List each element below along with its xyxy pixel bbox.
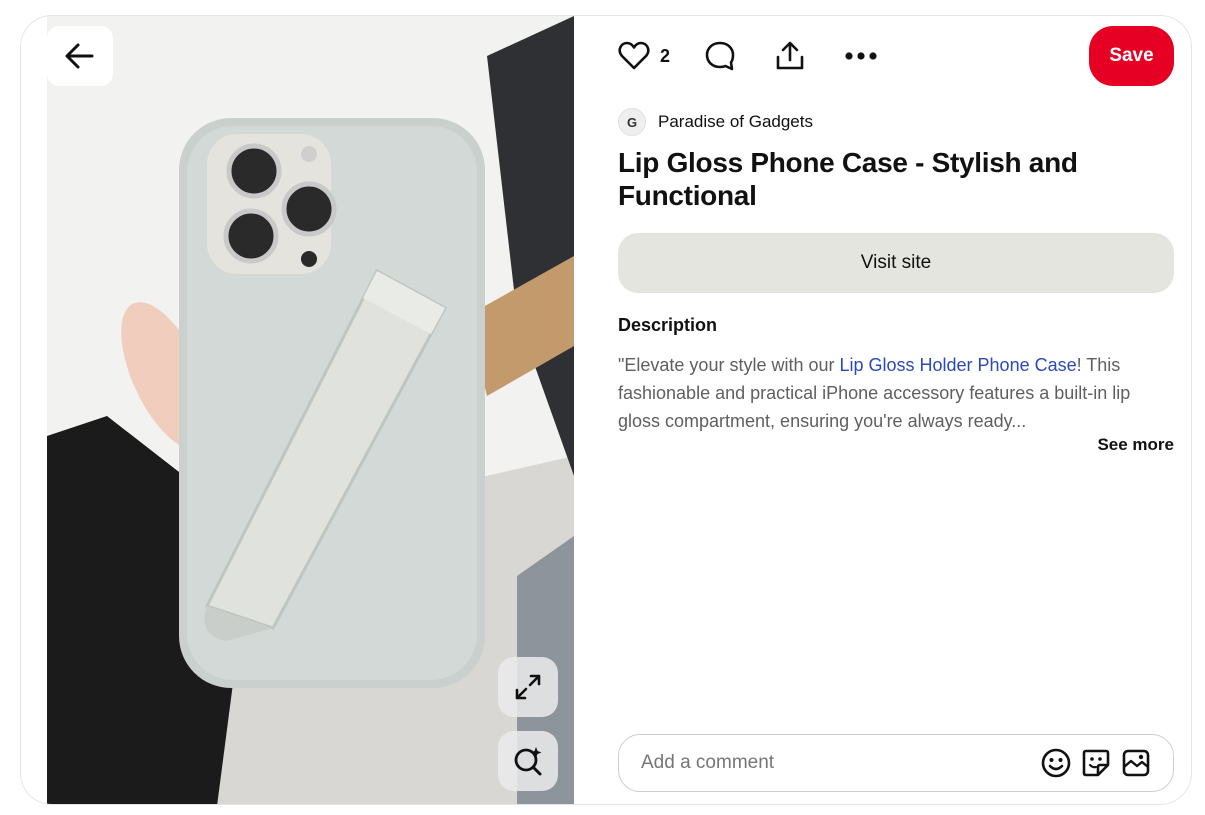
comment-input[interactable] xyxy=(639,751,1033,775)
pin-image[interactable] xyxy=(47,16,574,804)
back-button[interactable] xyxy=(47,26,113,86)
action-toolbar: 2 Save xyxy=(618,26,1174,86)
share-button[interactable] xyxy=(774,32,806,80)
like-count: 2 xyxy=(660,45,671,66)
description-text: "Elevate your style with our Lip Gloss H… xyxy=(618,351,1174,435)
visual-search-button[interactable] xyxy=(498,731,558,791)
share-upload-icon xyxy=(776,41,804,70)
author[interactable]: G Paradise of Gadgets xyxy=(618,108,813,136)
comment-button[interactable] xyxy=(704,32,736,80)
emoji-icon xyxy=(1041,748,1071,778)
sticker-button[interactable] xyxy=(1079,746,1113,780)
photo-icon xyxy=(1122,749,1150,777)
expand-button[interactable] xyxy=(498,657,558,717)
pin-details: 2 Save G Paradise of Gadgets Lip Gloss P… xyxy=(618,16,1174,804)
sticker-icon xyxy=(1082,749,1110,777)
more-options-button[interactable] xyxy=(844,32,878,80)
heart-icon xyxy=(618,41,650,70)
arrow-left-icon xyxy=(65,43,94,69)
expand-icon xyxy=(515,674,541,700)
comment-box xyxy=(618,734,1174,792)
description-link[interactable]: Lip Gloss Holder Phone Case xyxy=(839,355,1076,375)
description-prefix: "Elevate your style with our xyxy=(618,355,840,375)
ellipsis-icon xyxy=(845,52,877,60)
visual-search-icon xyxy=(514,747,542,776)
avatar[interactable]: G xyxy=(618,108,646,136)
pin-photo xyxy=(47,16,574,804)
author-name[interactable]: Paradise of Gadgets xyxy=(658,112,813,132)
speech-bubble-icon xyxy=(705,41,735,71)
description-heading: Description xyxy=(618,315,718,335)
like-button[interactable]: 2 xyxy=(618,32,670,80)
emoji-button[interactable] xyxy=(1039,746,1073,780)
see-more-link[interactable]: See more xyxy=(1097,435,1174,455)
visit-site-button[interactable]: Visit site xyxy=(618,233,1174,293)
pin-title: Lip Gloss Phone Case - Stylish and Funct… xyxy=(618,147,1078,211)
pin-card: 2 Save G Paradise of Gadgets Lip Gloss P… xyxy=(20,15,1192,805)
save-button[interactable]: Save xyxy=(1089,26,1174,86)
photo-button[interactable] xyxy=(1119,746,1153,780)
